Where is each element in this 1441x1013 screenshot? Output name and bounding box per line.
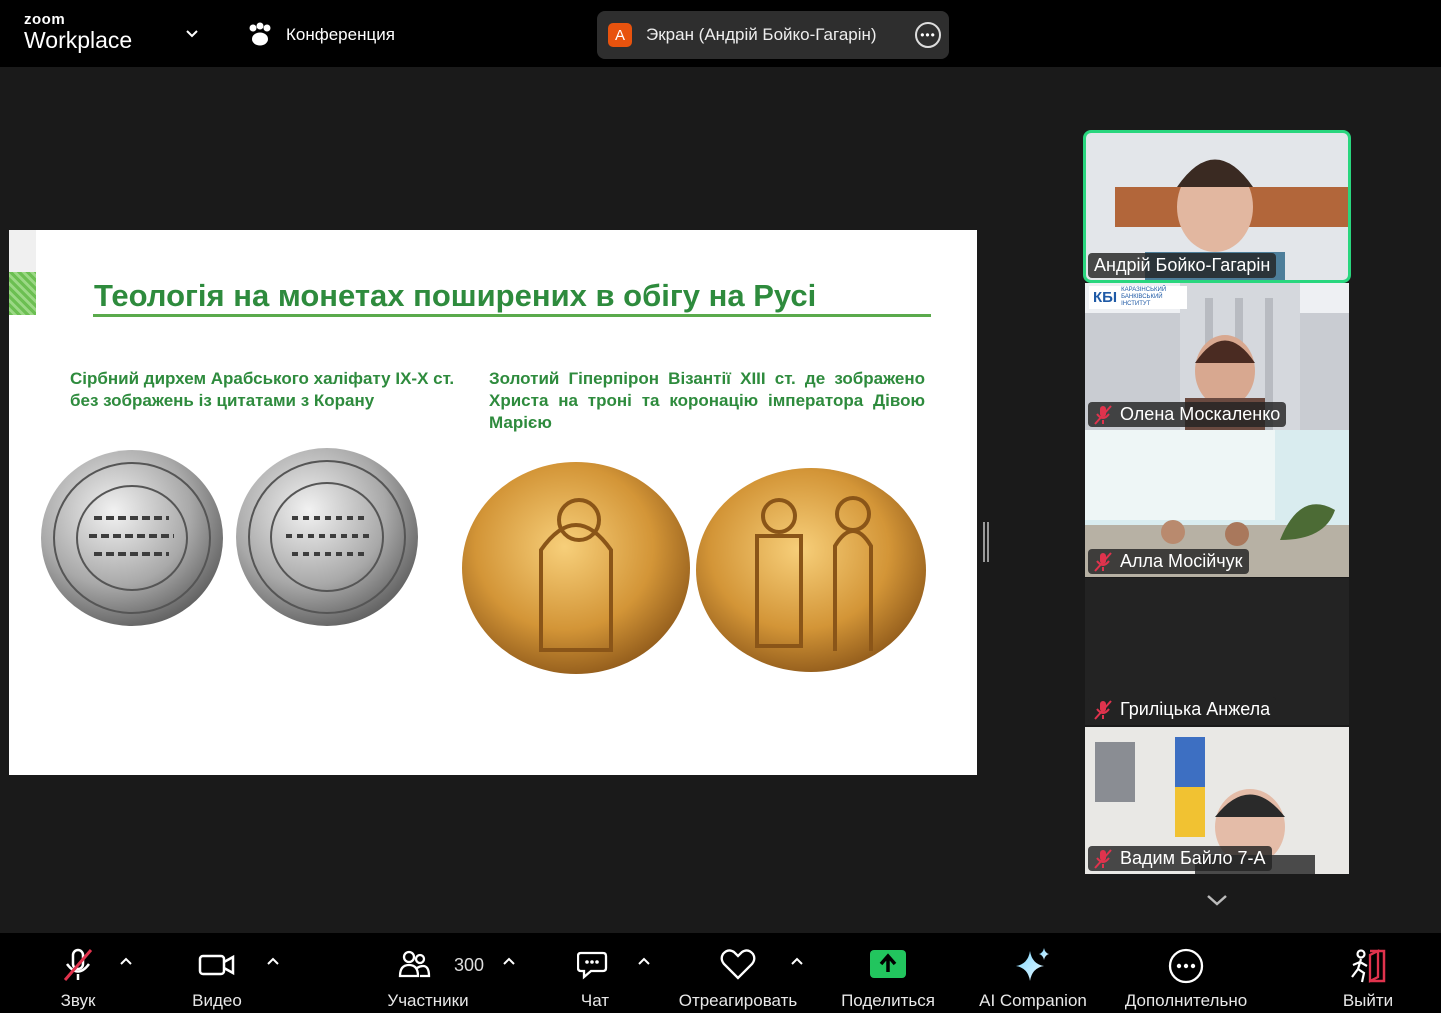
leave-button[interactable]: Выйти (1330, 933, 1406, 1013)
mic-muted-icon (1094, 848, 1112, 869)
participant-name: Алла Мосійчук (1120, 551, 1243, 571)
zoom-logo: zoom Workplace (24, 12, 132, 52)
video-options-caret-icon[interactable] (265, 955, 281, 967)
gold-hyperpyron-reverse (696, 468, 926, 672)
kbi-logo: КБІ КАРАЗІНСЬКИЙ БАНКІВСЬКИЙ ІНСТИТУТ (1089, 286, 1188, 309)
gold-hyperpyron-obverse (462, 462, 690, 674)
video-camera-icon (198, 954, 235, 976)
caption-hyperpyron: Золотий Гіперпірон Візантії XIII ст. де … (489, 369, 925, 432)
audio-options-caret-icon[interactable] (118, 955, 134, 967)
video-tile[interactable]: КБІ КАРАЗІНСЬКИЙ БАНКІВСЬКИЙ ІНСТИТУТ Ол… (1085, 283, 1349, 430)
video-button[interactable]: Видео (177, 933, 257, 1013)
heart-icon (720, 949, 756, 980)
participant-name-chip: Гриліцька Анжела (1088, 697, 1277, 722)
share-button[interactable]: Поделиться (833, 933, 943, 1013)
participants-options-caret-icon[interactable] (501, 955, 517, 967)
share-screen-icon (870, 950, 906, 978)
share-label: Поделиться (841, 991, 935, 1010)
participants-label: Участники (387, 991, 469, 1010)
video-label: Видео (192, 991, 242, 1010)
screen-share-title: Экран (Андрій Бойко-Гагарін) (646, 25, 877, 44)
silver-dirham-reverse (236, 448, 418, 626)
react-button[interactable]: Отреагировать (668, 933, 808, 1013)
leave-exit-icon (1351, 949, 1386, 983)
mic-muted-icon (63, 948, 93, 981)
shared-screen-slide: Теологія на монетах поширених в обігу на… (9, 230, 977, 775)
chat-options-caret-icon[interactable] (636, 955, 652, 967)
logo-big: Workplace (24, 27, 133, 53)
video-tile[interactable]: Вадим Байло 7-А (1085, 727, 1349, 874)
meeting-label: Конференция (286, 25, 395, 44)
react-label: Отреагировать (678, 991, 798, 1010)
mic-muted-icon (1094, 699, 1112, 720)
participant-name: Гриліцька Анжела (1120, 699, 1271, 719)
more-options-icon[interactable]: ••• (915, 22, 941, 48)
leave-label: Выйти (1342, 991, 1394, 1010)
sharer-avatar: A (608, 23, 632, 47)
video-tile-no-video[interactable]: Гриліцька Анжела (1085, 578, 1349, 725)
more-button[interactable]: Дополнительно (1112, 933, 1260, 1013)
mic-muted-icon (1094, 404, 1112, 425)
ai-companion-button[interactable]: AI Companion (968, 933, 1098, 1013)
video-tile[interactable]: Алла Мосійчук (1085, 430, 1349, 577)
chat-bubble-icon (577, 951, 608, 980)
caption-dirham: Сірбний дирхем Арабського халіфату IX-X … (70, 369, 455, 410)
more-dots-icon (1168, 948, 1204, 984)
chevron-down-icon (1207, 895, 1227, 906)
participant-name-chip: Андрій Бойко-Гагарін (1088, 253, 1277, 278)
slide-title: Теологія на монетах поширених в обігу на… (94, 278, 817, 313)
chat-button[interactable]: Чат (560, 933, 630, 1013)
participant-name-chip: Вадим Байло 7-А (1088, 846, 1272, 871)
video-tile-active-speaker[interactable]: Андрій Бойко-Гагарін (1083, 130, 1351, 283)
slide-decoration (9, 230, 36, 315)
ai-sparkle-icon (1016, 948, 1049, 981)
participant-name-chip: Алла Мосійчук (1088, 549, 1249, 574)
participant-name-chip: Олена Москаленко (1088, 402, 1287, 427)
chevron-down-icon[interactable] (184, 26, 200, 47)
logo-small: zoom (24, 11, 66, 28)
scroll-down-button[interactable] (1162, 878, 1272, 922)
meeting-toolbar: Звук Видео 300 Участники Чат Отреагирова… (0, 933, 1441, 1013)
resize-handle[interactable] (982, 522, 990, 567)
title-underline (93, 314, 931, 317)
participants-count: 300 (454, 955, 485, 975)
participants-icon (398, 950, 431, 978)
participants-button[interactable]: 300 Участники (378, 933, 484, 1013)
more-label: Дополнительно (1124, 991, 1248, 1010)
mic-muted-icon (1094, 551, 1112, 572)
meeting-info[interactable]: Конференция (246, 22, 395, 48)
audio-label: Звук (60, 991, 96, 1010)
participants-paw-icon (249, 22, 271, 46)
chat-label: Чат (580, 991, 610, 1010)
participant-name: Вадим Байло 7-А (1120, 848, 1266, 868)
participant-name: Олена Москаленко (1120, 404, 1281, 424)
screen-share-indicator[interactable]: A Экран (Андрій Бойко-Гагарін) ••• (597, 11, 949, 59)
top-bar: zoom Workplace Конференция A Экран (Андр… (0, 0, 1441, 67)
audio-button[interactable]: Звук (38, 933, 118, 1013)
silver-dirham-obverse (41, 450, 223, 626)
participant-name: Андрій Бойко-Гагарін (1094, 255, 1271, 275)
react-options-caret-icon[interactable] (789, 955, 805, 967)
ai-companion-label: AI Companion (979, 991, 1087, 1010)
